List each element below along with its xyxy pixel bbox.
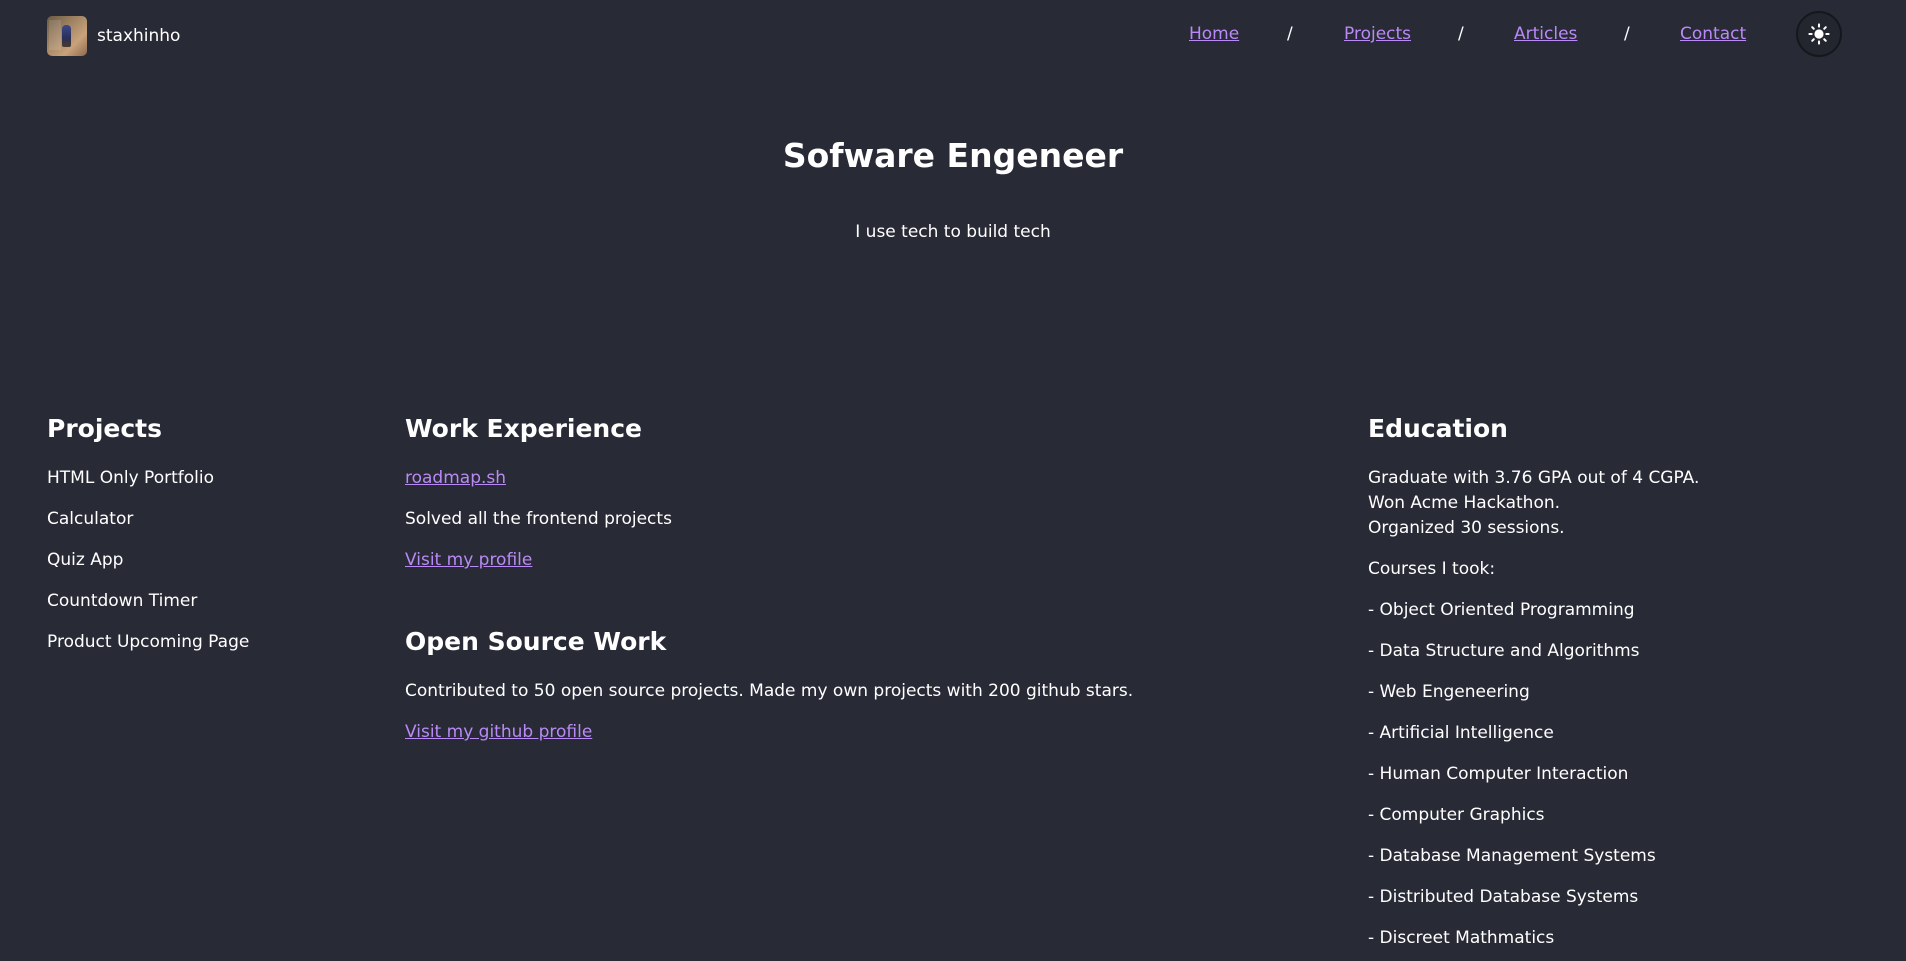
project-item: Countdown Timer [47,591,198,611]
github-profile-link[interactable]: Visit my github profile [405,722,592,742]
education-section: Education Graduate with 3.76 GPA out of … [1368,414,1868,961]
nav-separator: / [1458,24,1464,44]
open-source-description: Contributed to 50 open source projects. … [405,681,1134,701]
education-summary-line: Graduate with 3.76 GPA out of 4 CGPA. [1368,468,1700,488]
project-item: HTML Only Portfolio [47,468,214,488]
course-item: - Human Computer Interaction [1368,764,1629,784]
work-description: Solved all the frontend projects [405,509,672,529]
projects-heading: Projects [47,414,163,443]
site-header: staxhinho Home / Projects / Articles / C… [0,0,1906,72]
project-item: Product Upcoming Page [47,632,250,652]
work-experience-heading: Work Experience [405,414,642,443]
work-experience-section: Work Experience roadmap.sh Solved all th… [405,414,1105,614]
nav-projects-link[interactable]: Projects [1344,24,1411,44]
course-item: - Data Structure and Algorithms [1368,641,1640,661]
nav-contact-link[interactable]: Contact [1680,24,1746,44]
main-nav: Home / Projects / Articles / Contact [0,24,1906,48]
visit-profile-link[interactable]: Visit my profile [405,550,532,570]
open-source-heading: Open Source Work [405,627,667,656]
theme-toggle-button[interactable] [1796,11,1842,57]
course-item: - Web Engeneering [1368,682,1530,702]
project-item: Quiz App [47,550,124,570]
course-item: - Discreet Mathmatics [1368,928,1555,948]
courses-label: Courses I took: [1368,559,1496,579]
course-item: - Artificial Intelligence [1368,723,1554,743]
project-item: Calculator [47,509,134,529]
nav-home-link[interactable]: Home [1189,24,1239,44]
nav-articles-link[interactable]: Articles [1514,24,1577,44]
nav-separator: / [1287,24,1293,44]
course-item: - Computer Graphics [1368,805,1545,825]
course-item: - Object Oriented Programming [1368,600,1635,620]
sun-icon [1808,23,1830,45]
education-summary-line: Won Acme Hackathon. [1368,493,1561,513]
hero-subtitle: I use tech to build tech [855,222,1051,242]
open-source-section: Open Source Work Contributed to 50 open … [405,627,1133,747]
projects-section: Projects HTML Only Portfolio Calculator … [47,414,347,714]
education-summary-line: Organized 30 sessions. [1368,518,1565,538]
work-company-link[interactable]: roadmap.sh [405,468,506,488]
course-item: - Database Management Systems [1368,846,1656,866]
course-item: - Distributed Database Systems [1368,887,1639,907]
education-heading: Education [1368,414,1508,443]
hero-title: Sofware Engeneer [782,136,1124,175]
nav-separator: / [1624,24,1630,44]
